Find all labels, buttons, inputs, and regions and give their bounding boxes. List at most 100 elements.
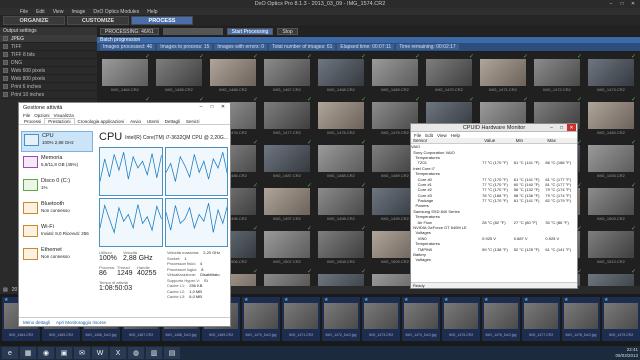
menu-image[interactable]: Image <box>71 9 85 15</box>
col-min[interactable]: Min <box>514 138 546 143</box>
sensor-row[interactable]: Core #2 77 °C (170 °F) 56 °C (132 °F) 79 °C… <box>411 187 577 192</box>
col-sensor[interactable]: Sensor <box>411 138 482 143</box>
image-thumbnail[interactable]: ✓ IMG_1508.CR2 <box>315 226 367 265</box>
filmstrip-thumbnail[interactable]: ★ IMG_1472_DxO.jpg <box>322 297 360 341</box>
hw-menu-view[interactable]: View <box>437 133 447 138</box>
setting-checkbox[interactable] <box>3 84 8 89</box>
menu-view[interactable]: View <box>53 9 64 15</box>
stop-button[interactable]: Stop <box>277 28 298 35</box>
setting-checkbox[interactable] <box>3 68 8 73</box>
perf-item-wifi[interactable]: Wi-Fi Inviati: 8,0 Ricevuti: 256 <box>21 223 93 244</box>
mail-icon[interactable]: ✉ <box>74 347 90 359</box>
maximize-icon[interactable]: □ <box>207 103 217 111</box>
tm-menu-file[interactable]: File <box>23 113 30 118</box>
taskmgr-icon[interactable]: ▥ <box>146 347 162 359</box>
close-icon[interactable]: ✕ <box>218 103 228 111</box>
store-icon[interactable]: ▣ <box>56 347 72 359</box>
filmstrip-thumbnail[interactable]: ★ IMG_1474_DxO.jpg <box>402 297 440 341</box>
minimize-icon[interactable]: – <box>547 124 556 131</box>
output-setting-item[interactable]: TIFF <box>0 43 97 51</box>
menu-modules[interactable]: DxO Optics Modules <box>93 9 139 15</box>
sensor-row[interactable]: Air Flow 28 °C (82 °F) 27 °C (80 °F) 30 °C … <box>411 219 577 225</box>
filmstrip-thumbnail[interactable]: ★ IMG_1471.CR2 <box>282 297 320 341</box>
image-thumbnail[interactable]: ✓ IMG_1503.CR2 <box>585 183 637 222</box>
output-setting-item[interactable]: Web 600 pixels <box>0 67 97 75</box>
output-setting-item[interactable]: Print 6 inches <box>0 83 97 91</box>
close-icon[interactable]: ✕ <box>567 124 576 131</box>
sensor-row[interactable]: TZ01 77 °C (170 °F) 61 °C (141 °F) 86 °C (1… <box>411 160 577 165</box>
perf-item-ethernet[interactable]: Ethernet Non connesso <box>21 246 93 267</box>
word-icon[interactable]: W <box>92 347 108 359</box>
image-thumbnail[interactable]: ✓ IMG_1470.CR2 <box>423 54 475 93</box>
output-setting-item[interactable]: Web 800 pixels <box>0 75 97 83</box>
open-resource-monitor-link[interactable]: Apri Monitoraggio risorse <box>56 320 106 325</box>
image-thumbnail[interactable]: ✓ IMG_1487.CR2 <box>261 140 313 179</box>
tab-organize[interactable]: ORGANIZE <box>3 16 65 25</box>
menu-file[interactable]: File <box>20 9 28 15</box>
start-processing-button[interactable]: Start Processing <box>226 28 274 35</box>
col-max[interactable]: Max <box>545 138 577 143</box>
image-thumbnail[interactable]: ✓ IMG_1469.CR2 <box>369 54 421 93</box>
filmstrip-thumbnail[interactable]: ★ IMG_1478_DxO.jpg <box>562 297 600 341</box>
tab-services[interactable]: Servizi <box>183 118 203 124</box>
image-thumbnail[interactable]: ✓ IMG_1477.CR2 <box>261 97 313 136</box>
setting-checkbox[interactable] <box>3 36 8 41</box>
dxo-icon[interactable]: ◍ <box>128 347 144 359</box>
tab-process[interactable]: PROCESS <box>131 16 193 25</box>
setting-checkbox[interactable] <box>3 52 8 57</box>
progress-slider[interactable] <box>162 28 223 35</box>
tab-processes[interactable]: Processi <box>21 118 44 124</box>
sensor-row[interactable]: Voltages <box>411 257 577 262</box>
sensor-row[interactable]: Core #1 77 °C (170 °F) 60 °C (140 °F) 81 °C… <box>411 182 577 187</box>
tab-performance[interactable]: Prestazioni <box>44 118 75 124</box>
setting-checkbox[interactable] <box>3 44 8 49</box>
setting-checkbox[interactable] <box>3 76 8 81</box>
output-setting-item[interactable]: Print 10 inches <box>0 91 97 99</box>
hw-menu-edit[interactable]: Edit <box>425 133 433 138</box>
chrome-icon[interactable]: ◉ <box>38 347 54 359</box>
tab-details[interactable]: Dettagli <box>162 118 183 124</box>
minimize-icon[interactable]: – <box>196 103 206 111</box>
image-thumbnail[interactable]: ✓ IMG_1497.CR2 <box>261 183 313 222</box>
output-setting-item[interactable]: JPEG <box>0 35 97 43</box>
image-thumbnail[interactable]: ✓ IMG_1488.CR2 <box>315 140 367 179</box>
folder-icon[interactable]: ▤ <box>3 287 8 293</box>
tab-app-history[interactable]: Cronologia applicazioni <box>75 118 128 124</box>
tm-menu-options[interactable]: Opzioni <box>34 113 49 118</box>
filmstrip-thumbnail[interactable]: ★ IMG_1475.CR2 <box>442 297 480 341</box>
filmstrip-thumbnail[interactable]: ★ IMG_1476_DxO.jpg <box>482 297 520 341</box>
tab-startup[interactable]: Avvio <box>127 118 144 124</box>
less-details-link[interactable]: Meno dettagli <box>23 320 50 325</box>
excel-icon[interactable]: X <box>110 347 126 359</box>
maximize-icon[interactable]: □ <box>617 0 627 7</box>
ie-icon[interactable]: e <box>2 347 18 359</box>
sensor-row[interactable]: Core #0 77 °C (170 °F) 61 °C (141 °F) 81 °C… <box>411 176 577 182</box>
filmstrip-thumbnail[interactable]: ★ IMG_1473.CR2 <box>362 297 400 341</box>
image-thumbnail[interactable]: ✓ IMG_1465.CR2 <box>153 54 205 93</box>
setting-checkbox[interactable] <box>3 60 8 65</box>
perf-item-memory[interactable]: Memoria 5,6/11,8 GB (45%) <box>21 154 93 175</box>
image-thumbnail[interactable]: ✓ IMG_1471.CR2 <box>477 54 529 93</box>
hwmon-icon[interactable]: ▤ <box>164 347 180 359</box>
image-thumbnail[interactable]: ✓ IMG_1467.CR2 <box>261 54 313 93</box>
minimize-icon[interactable]: – <box>606 0 616 7</box>
sensor-row[interactable]: TMPIN0 59 °C (138 °F) 52 °C (125 °F) 61 °C … <box>411 246 577 252</box>
tab-users[interactable]: Utenti <box>144 118 162 124</box>
close-icon[interactable]: ✕ <box>628 0 638 7</box>
sensor-row[interactable]: Package 77 °C (170 °F) 61 °C (141 °F) 82 °C… <box>411 198 577 203</box>
image-thumbnail[interactable]: ✓ IMG_1472.CR2 <box>531 54 583 93</box>
maximize-icon[interactable]: □ <box>557 124 566 131</box>
perf-item-bluetooth[interactable]: Bluetooth Non connesso <box>21 200 93 221</box>
image-thumbnail[interactable]: ✓ IMG_1466.CR2 <box>207 54 259 93</box>
menu-edit[interactable]: Edit <box>36 9 45 15</box>
filmstrip-thumbnail[interactable]: ★ IMG_1477.CR2 <box>522 297 560 341</box>
image-thumbnail[interactable]: ✓ IMG_1507.CR2 <box>261 226 313 265</box>
filmstrip-thumbnail[interactable]: ★ IMG_1479.CR2 <box>602 297 640 341</box>
tm-menu-view[interactable]: Visualizza <box>54 113 74 118</box>
image-thumbnail[interactable]: ✓ IMG_1478.CR2 <box>315 97 367 136</box>
explorer-icon[interactable]: ▦ <box>20 347 36 359</box>
image-thumbnail[interactable]: ✓ IMG_1473.CR2 <box>585 54 637 93</box>
filmstrip-thumbnail[interactable]: ★ IMG_1470_DxO.jpg <box>242 297 280 341</box>
perf-item-cpu[interactable]: CPU 100% 2,88 GHz <box>21 131 93 152</box>
image-thumbnail[interactable]: ✓ IMG_1513.CR2 <box>585 226 637 265</box>
